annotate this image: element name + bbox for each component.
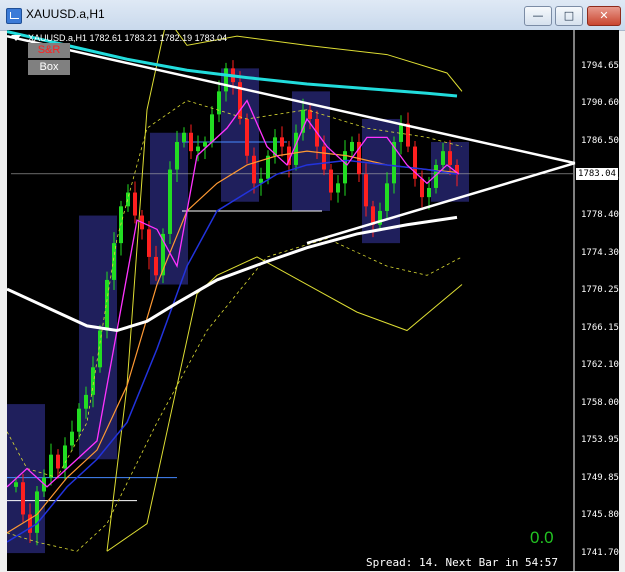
price-tick: 1753.95 — [581, 435, 619, 446]
price-tick: 1770.25 — [581, 285, 619, 296]
chart-canvas[interactable] — [7, 30, 619, 571]
price-tick: 1741.70 — [581, 548, 619, 558]
candle-body — [364, 174, 368, 207]
candle-body — [133, 192, 137, 216]
candle-body — [252, 155, 256, 184]
price-chart[interactable]: XAUUSD.a,H1 1782.61 1783.21 1782.19 1783… — [7, 30, 619, 571]
price-tick: 1778.40 — [581, 210, 619, 221]
candle-body — [203, 141, 207, 147]
candle-body — [56, 454, 60, 469]
current-price-label: 1783.04 — [576, 167, 618, 180]
candle-body — [84, 394, 88, 409]
candle-body — [126, 192, 130, 207]
box-button[interactable]: Box — [28, 60, 70, 75]
price-tick: 1774.30 — [581, 248, 619, 259]
price-tick: 1786.50 — [581, 135, 619, 146]
price-tick: 1762.10 — [581, 360, 619, 371]
candle-body — [245, 118, 249, 156]
lower-envelope — [7, 238, 463, 552]
candle-body — [336, 183, 340, 193]
candle-body — [224, 68, 228, 92]
candle-body — [168, 169, 172, 234]
maximize-button[interactable]: □ — [555, 6, 583, 26]
candle-body — [210, 114, 214, 142]
lower-band — [106, 256, 463, 552]
candle-body — [105, 279, 109, 331]
candle-body — [280, 137, 284, 147]
candle-body — [448, 151, 452, 165]
candle-body — [63, 445, 67, 469]
candle-body — [175, 141, 179, 170]
price-scale[interactable]: 1794.65 1790.60 1786.50 1782.45 1778.40 … — [575, 30, 619, 571]
candle-body — [441, 151, 445, 165]
candle-body — [329, 169, 333, 193]
candle-body — [322, 146, 326, 170]
window-titlebar: XAUUSD.a,H1 — □ ✕ — [0, 0, 625, 31]
candle-body — [427, 187, 431, 198]
upper-trendline — [7, 34, 576, 165]
candle-body — [189, 132, 193, 152]
price-tick: 1790.60 — [581, 98, 619, 109]
candle-body — [217, 91, 221, 115]
window-title: XAUUSD.a,H1 — [26, 7, 105, 21]
spread-status-text: Spread: 14. Next Bar in 54:57 — [366, 556, 559, 569]
ohlc-label: XAUUSD.a,H1 1782.61 1783.21 1782.19 1783… — [28, 33, 228, 43]
candle-body — [385, 183, 389, 211]
candle-body — [14, 482, 18, 487]
close-button[interactable]: ✕ — [587, 6, 621, 26]
sr-button[interactable]: S&R — [28, 43, 70, 58]
candle-body — [147, 229, 151, 257]
minimize-button[interactable]: — — [524, 6, 552, 26]
price-tick: 1749.85 — [581, 473, 619, 484]
price-tick: 1766.15 — [581, 323, 619, 334]
candle-body — [420, 178, 424, 198]
candle-body — [196, 146, 200, 152]
price-tick: 1794.65 — [581, 61, 619, 71]
candle-body — [182, 132, 186, 142]
candle-body — [70, 431, 74, 446]
price-tick: 1758.00 — [581, 398, 619, 409]
upper-band — [106, 30, 463, 552]
price-tick: 1745.80 — [581, 510, 619, 521]
candle-body — [49, 454, 53, 478]
chart-shift-marker-icon — [11, 35, 21, 41]
candle-body — [91, 367, 95, 395]
candle-body — [350, 141, 354, 152]
indicator-value-readout: 0.0 — [530, 528, 554, 547]
candle-body — [77, 408, 81, 432]
candle-body — [154, 256, 158, 276]
chart-app-icon — [6, 8, 22, 24]
candle-body — [21, 482, 25, 515]
